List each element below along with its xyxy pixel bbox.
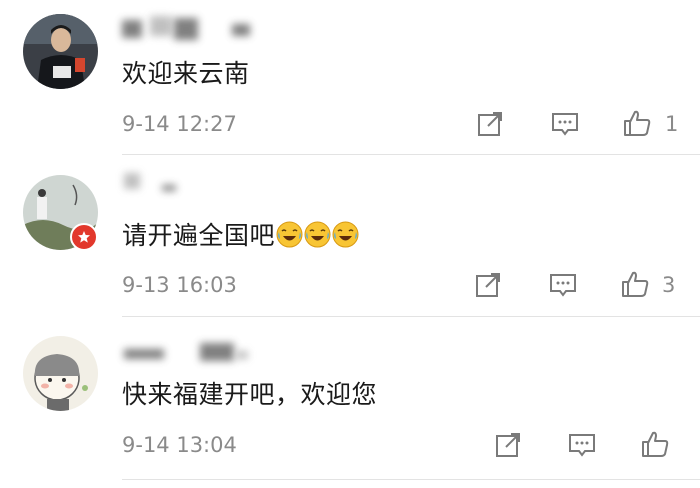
comment-icon (550, 274, 576, 297)
divider (122, 479, 700, 480)
username-redacted[interactable] (122, 343, 252, 369)
laugh-cry-emoji (304, 221, 331, 248)
like-button[interactable] (638, 427, 672, 461)
share-icon (496, 433, 520, 457)
share-icon (476, 273, 500, 297)
comment-text: 请开遍全国吧 (122, 220, 359, 252)
username-redacted[interactable] (122, 16, 262, 42)
laugh-cry-emoji (276, 221, 303, 248)
comment-button[interactable] (546, 268, 580, 302)
share-button[interactable] (491, 428, 525, 462)
comment-button[interactable] (565, 428, 599, 462)
comment-timestamp: 9-14 12:27 (122, 112, 237, 136)
like-count: 3 (662, 273, 676, 297)
thumbs-up-icon (624, 110, 651, 136)
comment-timestamp: 9-14 13:04 (122, 433, 237, 457)
avatar[interactable] (23, 14, 98, 89)
share-button[interactable] (471, 268, 505, 302)
like-button[interactable] (620, 106, 654, 140)
comment-item: 请开遍全国吧 9-13 16:03 3 (0, 155, 700, 317)
verified-badge (70, 223, 98, 251)
like-count: 1 (665, 112, 679, 136)
username-redacted[interactable] (122, 173, 182, 199)
comment-text: 欢迎来云南 (122, 59, 250, 88)
like-button[interactable] (618, 267, 652, 301)
comment-item: 欢迎来云南 9-14 12:27 1 (0, 0, 700, 155)
share-button[interactable] (473, 107, 507, 141)
avatar[interactable] (23, 336, 98, 411)
comment-timestamp: 9-13 16:03 (122, 273, 237, 297)
comment-button[interactable] (548, 107, 582, 141)
comment-item: 快来福建开吧，欢迎您 9-14 13:04 (0, 317, 700, 482)
comment-icon (552, 113, 578, 136)
thumbs-up-icon (642, 431, 669, 457)
laugh-cry-emoji (332, 221, 359, 248)
thumbs-up-icon (622, 271, 649, 297)
comment-icon (569, 434, 595, 457)
comment-text: 快来福建开吧，欢迎您 (122, 380, 378, 409)
share-icon (478, 112, 502, 136)
